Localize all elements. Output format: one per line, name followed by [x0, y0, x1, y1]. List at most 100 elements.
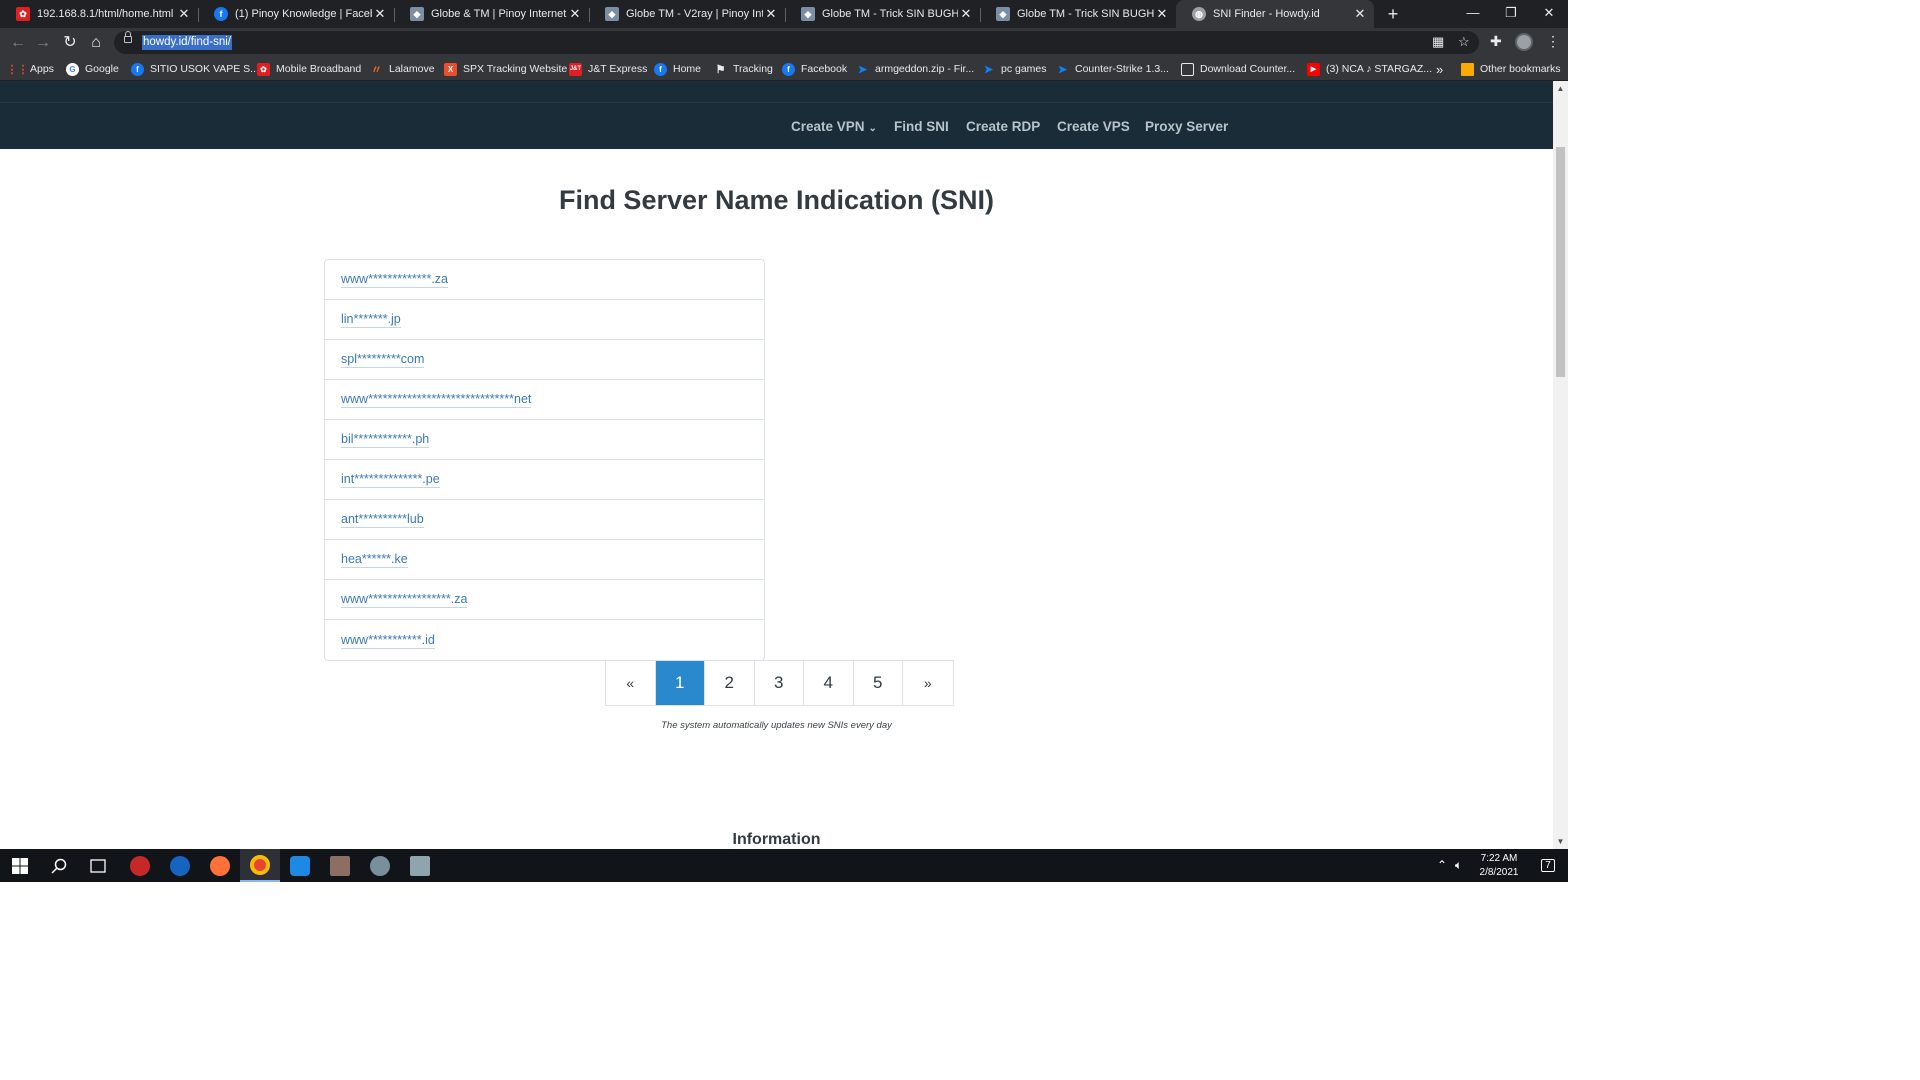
list-item: ant**********lub — [325, 500, 764, 540]
nav-create-vps[interactable]: Create VPS — [1057, 119, 1130, 134]
pagination-prev-button[interactable]: « — [606, 661, 656, 705]
sni-link[interactable]: ant**********lub — [341, 511, 424, 528]
bookmark-star-icon[interactable]: ☆ — [1458, 34, 1470, 50]
taskbar-app-photo[interactable] — [320, 849, 360, 882]
bookmark-nca-stargazer[interactable]: ▶ (3) NCA ♪ STARGAZ... — [1307, 62, 1432, 76]
sni-link[interactable]: spl*********com — [341, 351, 425, 368]
close-icon[interactable]: ✕ — [176, 6, 192, 22]
scroll-down-icon[interactable]: ▼ — [1556, 837, 1565, 847]
magnifier-icon — [51, 858, 67, 874]
facebook-icon: f — [131, 62, 144, 76]
shield-icon: ◆ — [801, 7, 815, 21]
taskbar-app-window[interactable] — [400, 849, 440, 882]
nav-create-rdp[interactable]: Create RDP — [966, 119, 1040, 134]
scroll-up-icon[interactable]: ▲ — [1556, 84, 1565, 94]
close-icon[interactable]: ✕ — [1352, 6, 1368, 22]
pagination-next-button[interactable]: » — [903, 661, 953, 705]
pagination-page-2[interactable]: 2 — [705, 661, 755, 705]
taskbar-app-firefox[interactable] — [200, 849, 240, 882]
page-title: Find Server Name Indication (SNI) — [558, 185, 995, 215]
sni-link[interactable]: hea******.ke — [341, 551, 408, 568]
update-note: The system automatically updates new SNI… — [661, 720, 892, 731]
qr-code-icon[interactable]: ▦ — [1432, 34, 1444, 50]
firefox-send-icon: ➤ — [1057, 63, 1068, 76]
browser-tab[interactable]: ◆ Globe & TM | Pinoy Internet and ✕ — [394, 0, 589, 28]
pagination-page-1[interactable]: 1 — [655, 661, 705, 705]
browser-tab[interactable]: f (1) Pinoy Knowledge | Facebook ✕ — [198, 0, 394, 28]
bookmark-sitio[interactable]: f SITIO USOK VAPE S... — [131, 62, 259, 76]
close-icon[interactable]: ✕ — [372, 6, 388, 22]
pagination-page-5[interactable]: 5 — [854, 661, 903, 705]
home-icon[interactable]: ⌂ — [85, 32, 107, 54]
browser-tab[interactable]: ◆ Globe TM - Trick SIN BUGHOST I ✕ — [980, 0, 1176, 28]
scroll-thumb[interactable] — [1556, 147, 1565, 377]
other-bookmarks[interactable]: Other bookmarks — [1461, 62, 1561, 76]
bookmark-apps[interactable]: ⋮⋮ Apps — [6, 62, 54, 76]
tab-title: Globe TM - Trick SIN BUGHOST I — [822, 8, 958, 20]
notification-center-icon[interactable]: 7 — [1528, 849, 1568, 882]
globe-icon: ◍ — [1192, 7, 1206, 21]
bookmarks-overflow-button[interactable]: » — [1436, 62, 1443, 77]
sni-link[interactable]: www***********.id — [341, 632, 435, 649]
bookmark-armgeddon[interactable]: ➤ armgeddon.zip - Fir... — [856, 62, 974, 76]
nav-proxy-server[interactable]: Proxy Server — [1145, 119, 1228, 134]
taskbar-app-tool[interactable] — [360, 849, 400, 882]
notification-count: 7 — [1541, 859, 1555, 872]
bookmark-spx[interactable]: X SPX Tracking Website — [444, 62, 567, 76]
start-button[interactable] — [0, 849, 40, 882]
task-view-icon[interactable] — [78, 849, 118, 882]
nav-create-vpn[interactable]: Create VPN ⌄ — [791, 119, 877, 134]
browser-tab-active[interactable]: ◍ SNI Finder - Howdy.id ✕ — [1176, 0, 1374, 28]
taskbar-app-ccleaner[interactable] — [160, 849, 200, 882]
sni-link[interactable]: www******************************net — [341, 391, 532, 408]
bookmark-mobile-broadband[interactable]: ✿ Mobile Broadband — [257, 62, 361, 76]
browser-tab[interactable]: ◆ Globe TM - V2ray | Pinoy Interne ✕ — [589, 0, 785, 28]
close-icon[interactable]: ✕ — [958, 6, 974, 22]
avatar[interactable] — [1515, 33, 1533, 51]
sni-link[interactable]: lin*******.jp — [341, 311, 401, 328]
bookmark-lalamove[interactable]: 〃 Lalamove — [370, 62, 435, 76]
close-window-button[interactable]: ✕ — [1526, 0, 1572, 28]
extensions-icon[interactable]: ✚ — [1490, 33, 1502, 50]
taskbar-app-game[interactable] — [120, 849, 160, 882]
bookmark-google[interactable]: G Google — [66, 62, 119, 76]
bookmark-download-counter[interactable]: Download Counter... — [1181, 62, 1295, 76]
sni-link[interactable]: bil************.ph — [341, 431, 430, 448]
c-app-icon — [170, 855, 190, 876]
pagination-page-3[interactable]: 3 — [755, 661, 804, 705]
tray-chevron-up-icon[interactable]: ⌃ — [1437, 858, 1447, 872]
taskbar-app-vpn[interactable] — [280, 849, 320, 882]
forward-icon[interactable]: → — [32, 32, 54, 54]
apps-grid-icon: ⋮⋮ — [6, 63, 29, 76]
close-icon[interactable]: ✕ — [567, 6, 583, 22]
back-icon[interactable]: ← — [7, 32, 29, 54]
bookmark-pc-games[interactable]: ➤ pc games — [982, 62, 1047, 76]
list-item: www*****************.za — [325, 580, 764, 620]
nav-find-sni[interactable]: Find SNI — [894, 119, 949, 134]
bookmark-tracking[interactable]: ⚑ Tracking — [714, 62, 773, 76]
reload-icon[interactable]: ↻ — [59, 32, 81, 54]
bookmark-home[interactable]: f Home — [654, 62, 701, 76]
bookmark-facebook[interactable]: f Facebook — [782, 62, 847, 76]
address-bar[interactable]: howdy.id/find-sni/ ▦ ☆ — [114, 31, 1479, 54]
close-icon[interactable]: ✕ — [763, 6, 779, 22]
youtube-icon: ▶ — [1307, 62, 1320, 76]
google-icon: G — [66, 62, 79, 76]
bookmark-jt-express[interactable]: J&T J&T Express — [569, 62, 647, 76]
bookmark-counter-strike[interactable]: ➤ Counter-Strike 1.3... — [1056, 62, 1169, 76]
search-icon[interactable] — [39, 849, 79, 882]
url-text[interactable]: howdy.id/find-sni/ — [142, 35, 232, 50]
browser-tab[interactable]: ✿ 192.168.8.1/html/home.html ✕ — [0, 0, 198, 28]
sni-link[interactable]: www*****************.za — [341, 591, 468, 608]
sni-link[interactable]: int**************.pe — [341, 471, 440, 488]
close-icon[interactable]: ✕ — [1154, 6, 1170, 22]
browser-tab[interactable]: ◆ Globe TM - Trick SIN BUGHOST I ✕ — [785, 0, 980, 28]
system-clock[interactable]: 7:22 AM 2/8/2021 — [1476, 852, 1522, 880]
new-tab-button[interactable]: + — [1383, 4, 1403, 24]
page-scrollbar[interactable]: ▲ ▼ — [1553, 81, 1568, 849]
menu-icon[interactable]: ⋮ — [1546, 33, 1560, 50]
pagination-page-4[interactable]: 4 — [804, 661, 854, 705]
taskbar-app-chrome[interactable] — [240, 849, 280, 882]
volume-icon[interactable]: 🔈︎ — [1455, 858, 1462, 873]
sni-link[interactable]: www*************.za — [341, 271, 448, 288]
